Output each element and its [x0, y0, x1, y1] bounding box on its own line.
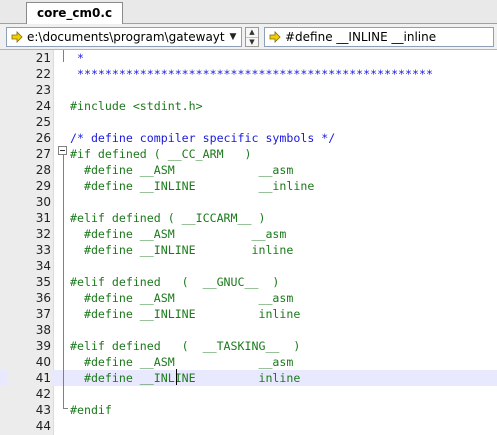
- code-line: 29 #define __INLINE __inline: [0, 178, 497, 194]
- line-number: 36: [35, 291, 51, 305]
- line-number: 44: [35, 419, 51, 433]
- line-number: 30: [35, 195, 51, 209]
- tab-core-cm0[interactable]: core_cm0.c: [26, 2, 124, 24]
- editor-toolbar: e:\documents\program\gatewayt ▼ ▲ ▼ #def…: [0, 24, 497, 50]
- code-line: 26 /* define compiler specific symbols */: [0, 130, 497, 146]
- code-text: #include <stdint.h>: [70, 99, 203, 113]
- fold-end-marker: [63, 408, 68, 409]
- code-text: #define __INLINE __inline: [70, 179, 315, 193]
- spin-down-icon[interactable]: ▼: [246, 37, 258, 47]
- line-number: 29: [35, 179, 51, 193]
- goto-arrow-icon: [11, 31, 23, 43]
- code-text: #define __INLINE inline: [70, 307, 301, 321]
- code-line: 38: [0, 322, 497, 338]
- line-number: 21: [35, 51, 51, 65]
- navigation-spinner[interactable]: ▲ ▼: [245, 27, 259, 47]
- line-number: 40: [35, 355, 51, 369]
- code-text: *: [70, 51, 84, 65]
- line-number: 33: [35, 243, 51, 257]
- line-number: 25: [35, 115, 51, 129]
- line-number: 24: [35, 99, 51, 113]
- line-number: 28: [35, 163, 51, 177]
- tab-strip: core_cm0.c: [0, 0, 497, 24]
- code-line: 31 #elif defined ( __ICCARM__ ): [0, 210, 497, 226]
- code-line: 28 #define __ASM __asm: [0, 162, 497, 178]
- file-path-value: e:\documents\program\gatewayt: [27, 30, 225, 44]
- line-number: 32: [35, 227, 51, 241]
- code-text: ****************************************…: [70, 67, 433, 81]
- fold-guide: [63, 50, 64, 62]
- code-text: #elif defined ( __TASKING__ ): [70, 339, 301, 353]
- goto-arrow-icon: [269, 31, 281, 43]
- code-line: 32 #define __ASM __asm: [0, 226, 497, 242]
- code-line: 23: [0, 82, 497, 98]
- line-number: 27: [35, 147, 51, 161]
- line-number: 39: [35, 339, 51, 353]
- code-line: 37 #define __INLINE inline: [0, 306, 497, 322]
- code-text: #if defined ( __CC_ARM ): [70, 147, 252, 161]
- line-number: 22: [35, 67, 51, 81]
- code-line: 42: [0, 386, 497, 402]
- line-number: 26: [35, 131, 51, 145]
- code-line: 22 *************************************…: [0, 66, 497, 82]
- code-text: #endif: [70, 403, 112, 417]
- current-code-line: 41 #define __INLINE inline: [0, 370, 497, 386]
- line-number: 42: [35, 387, 51, 401]
- code-text: #elif defined ( __ICCARM__ ): [70, 211, 266, 225]
- line-number: 31: [35, 211, 51, 225]
- line-number: 35: [35, 275, 51, 289]
- line-number: 37: [35, 307, 51, 321]
- spin-up-icon[interactable]: ▲: [246, 28, 258, 37]
- fold-collapse-icon[interactable]: [58, 146, 67, 155]
- code-text: #define __ASM __asm: [70, 163, 294, 177]
- code-line: 35 #elif defined ( __GNUC__ ): [0, 274, 497, 290]
- line-number: 34: [35, 259, 51, 273]
- code-text: #define __ASM __asm: [70, 355, 294, 369]
- code-line: 39 #elif defined ( __TASKING__ ): [0, 338, 497, 354]
- line-number: 38: [35, 323, 51, 337]
- symbol-value: #define __INLINE __inline: [285, 30, 437, 44]
- code-line: 34: [0, 258, 497, 274]
- code-line: 33 #define __INLINE inline: [0, 242, 497, 258]
- code-text: #define __INLINE inline: [70, 371, 301, 385]
- code-line: 21 *: [0, 50, 497, 66]
- text-caret: [176, 369, 177, 385]
- dropdown-arrow-icon[interactable]: ▼: [227, 28, 239, 46]
- fold-guide: [63, 155, 64, 409]
- code-editor[interactable]: 21 * 22 ********************************…: [0, 50, 497, 435]
- code-line: 36 #define __ASM __asm: [0, 290, 497, 306]
- code-text: #define __INLINE inline: [70, 243, 294, 257]
- code-line: 27 #if defined ( __CC_ARM ): [0, 146, 497, 162]
- code-line: 43 #endif: [0, 402, 497, 418]
- code-text: #define __ASM __asm: [70, 227, 287, 241]
- code-text: #elif defined ( __GNUC__ ): [70, 275, 280, 289]
- line-number: 23: [35, 83, 51, 97]
- line-number: 43: [35, 403, 51, 417]
- code-line: 40 #define __ASM __asm: [0, 354, 497, 370]
- code-line: 44: [0, 418, 497, 434]
- code-text: /* define compiler specific symbols */: [70, 131, 336, 145]
- symbol-combo[interactable]: #define __INLINE __inline: [264, 27, 494, 47]
- code-line: 25: [0, 114, 497, 130]
- line-number: 41: [7, 370, 51, 386]
- code-line: 24 #include <stdint.h>: [0, 98, 497, 114]
- file-path-combo[interactable]: e:\documents\program\gatewayt ▼: [6, 27, 242, 47]
- code-line: 30: [0, 194, 497, 210]
- code-text: #define __ASM __asm: [70, 291, 294, 305]
